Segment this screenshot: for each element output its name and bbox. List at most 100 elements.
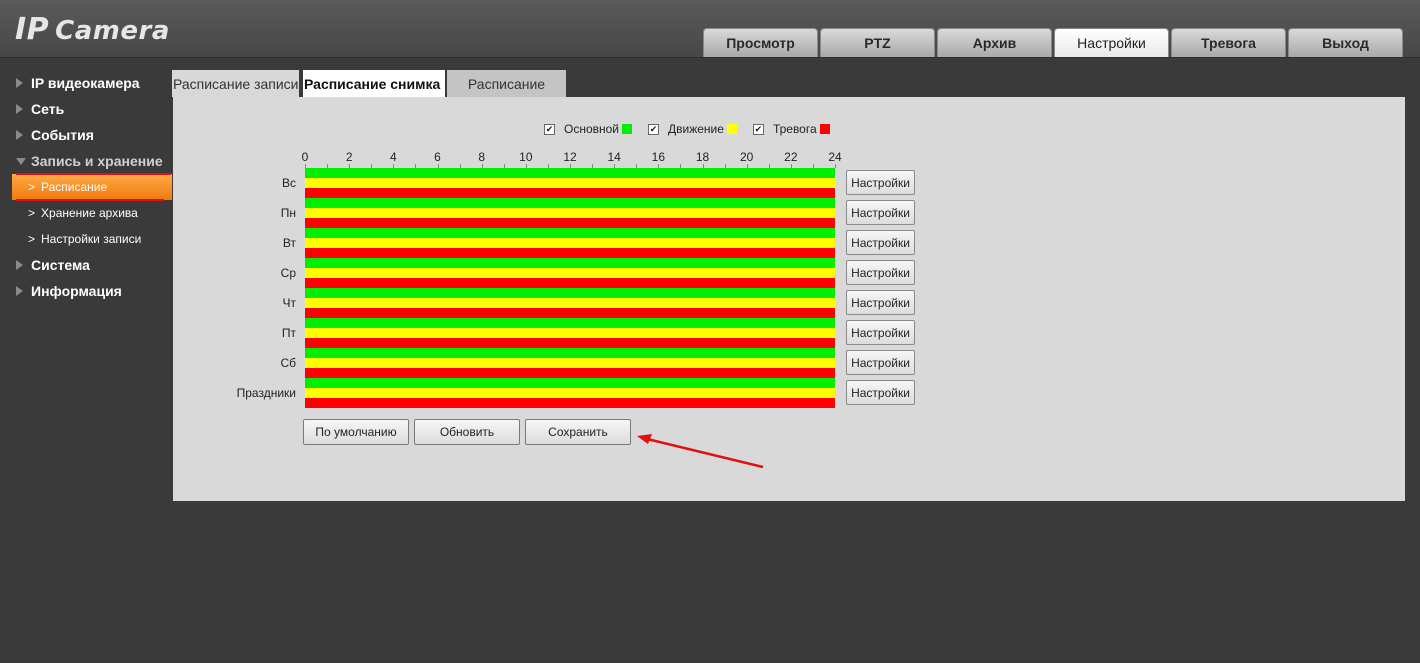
legend-checkbox-motion[interactable]: ✔	[648, 123, 660, 135]
schedule-bar[interactable]	[305, 368, 835, 378]
nav-tab-live[interactable]: Просмотр	[703, 28, 818, 57]
sidebar-subitem-label: Расписание	[41, 180, 108, 194]
sidebar-item-system[interactable]: Система	[0, 252, 172, 278]
day-label: Пн	[280, 206, 296, 220]
schedule-grid[interactable]	[305, 168, 835, 408]
schedule-bar[interactable]	[305, 238, 835, 248]
schedule-row[interactable]	[305, 198, 835, 228]
nav-tab-ptz[interactable]: PTZ	[820, 28, 935, 57]
schedule-row[interactable]	[305, 258, 835, 288]
legend-checkbox-alarm[interactable]: ✔	[752, 123, 764, 135]
collapse-triangle-icon	[16, 157, 26, 165]
schedule-bar[interactable]	[305, 398, 835, 408]
hour-label: 12	[563, 150, 577, 164]
highlight-underline	[16, 199, 164, 201]
day-settings-button[interactable]: Настройки	[846, 170, 915, 195]
expand-triangle-icon	[16, 260, 23, 270]
schedule-bar[interactable]	[305, 308, 835, 318]
schedule-bar[interactable]	[305, 218, 835, 228]
legend: ✔ Основной ✔ Движение ✔ Тревога	[544, 122, 846, 136]
refresh-button[interactable]: Обновить	[414, 419, 520, 445]
schedule-bar[interactable]	[305, 378, 835, 388]
day-settings-button[interactable]: Настройки	[846, 350, 915, 375]
nav-tab-alarm[interactable]: Тревога	[1171, 28, 1286, 57]
day-label: Вс	[281, 176, 296, 190]
top-navigation: Просмотр PTZ Архив Настройки Тревога Вых…	[703, 28, 1403, 57]
sidebar-item-network[interactable]: Сеть	[0, 96, 172, 122]
sidebar-subitem-archive[interactable]: > Хранение архива	[0, 200, 172, 226]
day-settings-button[interactable]: Настройки	[846, 290, 915, 315]
tab-snapshot-schedule[interactable]: Расписание снимка	[303, 70, 445, 97]
schedule-row[interactable]	[305, 348, 835, 378]
day-settings-button[interactable]: Настройки	[846, 230, 915, 255]
nav-tab-logout[interactable]: Выход	[1288, 28, 1403, 57]
hour-label: 18	[695, 150, 710, 164]
sidebar-subitem-label: Настройки записи	[41, 232, 142, 246]
sidebar-item-label: Сеть	[31, 101, 65, 117]
legend-label: Тревога	[772, 122, 817, 136]
sidebar-item-info[interactable]: Информация	[0, 278, 172, 304]
day-settings-button[interactable]: Настройки	[846, 260, 915, 285]
day-settings-button[interactable]: Настройки	[846, 200, 915, 225]
logo-ip: IP	[15, 12, 50, 47]
schedule-bar[interactable]	[305, 388, 835, 398]
default-button[interactable]: По умолчанию	[303, 419, 409, 445]
schedule-row[interactable]	[305, 168, 835, 198]
schedule-bar[interactable]	[305, 228, 835, 238]
legend-swatch-motion	[726, 124, 737, 134]
legend-label: Движение	[668, 122, 724, 136]
schedule-row[interactable]	[305, 228, 835, 258]
hour-label: 14	[607, 150, 621, 164]
schedule-bar[interactable]	[305, 178, 835, 188]
schedule-row[interactable]	[305, 318, 835, 348]
schedule-bar[interactable]	[305, 198, 835, 208]
schedule-bar[interactable]	[305, 328, 835, 338]
schedule-bar[interactable]	[305, 208, 835, 218]
sidebar-item-storage[interactable]: Запись и хранение	[0, 148, 172, 174]
hour-label: 0	[301, 150, 309, 164]
chevron-right-icon: >	[28, 232, 36, 246]
nav-tab-playback[interactable]: Архив	[937, 28, 1052, 57]
day-settings-button[interactable]: Настройки	[846, 320, 915, 345]
schedule-row[interactable]	[305, 288, 835, 318]
hour-label: 2	[345, 150, 353, 164]
sidebar-item-label: События	[31, 127, 94, 143]
sidebar-item-label: Система	[31, 257, 90, 273]
schedule-bar[interactable]	[305, 278, 835, 288]
schedule-bar[interactable]	[305, 318, 835, 328]
legend-swatch-alarm	[819, 124, 830, 134]
expand-triangle-icon	[16, 130, 23, 140]
schedule-bar[interactable]	[305, 348, 835, 358]
schedule-bar[interactable]	[305, 268, 835, 278]
hour-label: 4	[389, 150, 397, 164]
hour-label: 10	[519, 150, 533, 164]
sidebar-subitem-schedule[interactable]: > Расписание	[12, 174, 172, 200]
expand-triangle-icon	[16, 104, 23, 114]
day-settings-button[interactable]: Настройки	[846, 380, 915, 405]
sidebar-item-camera[interactable]: IP видеокамера	[0, 70, 172, 96]
schedule-bar[interactable]	[305, 168, 835, 178]
schedule-row[interactable]	[305, 378, 835, 408]
schedule-bar[interactable]	[305, 358, 835, 368]
day-label: Вт	[282, 236, 296, 250]
hour-axis: 0 2 4 6 8 10 12 14 16 18 20 22 24	[301, 150, 842, 164]
schedule-bar[interactable]	[305, 188, 835, 198]
save-button[interactable]: Сохранить	[525, 419, 631, 445]
schedule-bar[interactable]	[305, 248, 835, 258]
schedule-bar[interactable]	[305, 258, 835, 268]
annotation-arrow-icon	[637, 434, 764, 469]
schedule-bar[interactable]	[305, 338, 835, 348]
schedule-panel: ✔ Основной ✔ Движение ✔ Тревога 0 2 4 6 8 10 1…	[173, 97, 1405, 501]
day-label: Пт	[281, 326, 296, 340]
nav-tab-setup[interactable]: Настройки	[1054, 28, 1169, 57]
chevron-right-icon: >	[28, 206, 36, 220]
sidebar-subitem-record-settings[interactable]: > Настройки записи	[0, 226, 172, 252]
hour-label: 6	[434, 150, 441, 164]
legend-checkbox-regular[interactable]: ✔	[544, 123, 555, 135]
tab-schedule[interactable]: Расписание	[447, 70, 566, 97]
sidebar-item-events[interactable]: События	[0, 122, 172, 148]
schedule-bar[interactable]	[305, 288, 835, 298]
tab-record-schedule[interactable]: Расписание записи	[172, 70, 299, 97]
hour-label: 24	[828, 150, 842, 164]
schedule-bar[interactable]	[305, 298, 835, 308]
